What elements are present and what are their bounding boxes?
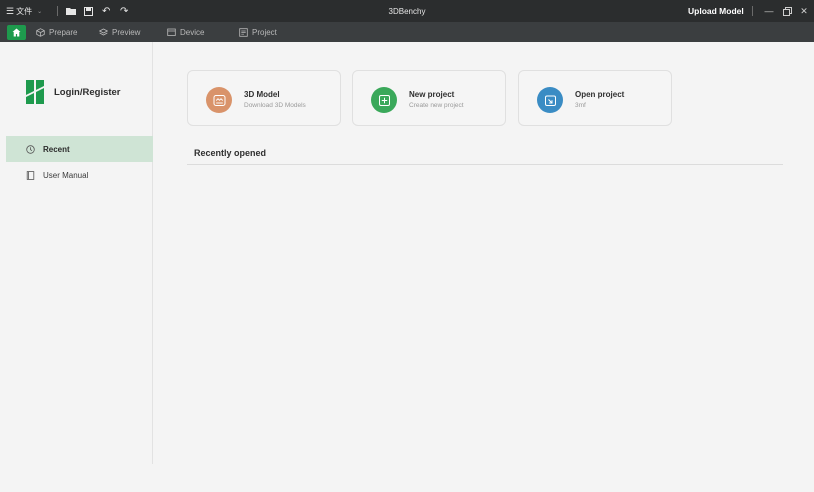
new-project-card[interactable]: New project Create new project <box>352 70 506 126</box>
recently-opened-divider <box>187 164 783 165</box>
undo-icon: ↶ <box>102 5 111 17</box>
tab-home[interactable] <box>7 25 26 40</box>
open-project-title: Open project <box>575 90 625 99</box>
minimize-button[interactable]: — <box>762 0 776 22</box>
upload-model-button[interactable]: Upload Model <box>688 0 744 22</box>
sidebar-item-user-manual[interactable]: User Manual <box>6 162 153 188</box>
restore-button[interactable] <box>780 0 794 22</box>
new-project-icon-circle <box>371 87 397 113</box>
save-button[interactable] <box>84 0 93 22</box>
restore-icon <box>782 6 792 16</box>
tab-project[interactable]: Project <box>239 22 277 42</box>
tab-device-label: Device <box>180 27 205 37</box>
login-register-label: Login/Register <box>54 86 121 98</box>
open-project-icon-circle <box>537 87 563 113</box>
new-project-subtitle: Create new project <box>409 102 464 109</box>
chevron-down-icon: ⌄ <box>37 8 43 15</box>
tab-prepare[interactable]: Prepare <box>36 22 77 42</box>
tab-prepare-label: Prepare <box>49 27 78 37</box>
cube-outline-icon <box>36 27 45 37</box>
redo-button[interactable]: ↷ <box>120 0 128 22</box>
tab-bar: Prepare Preview Device Project <box>0 22 814 42</box>
open-folder-button[interactable] <box>66 0 76 22</box>
sidebar-item-user-manual-label: User Manual <box>43 170 89 180</box>
tab-project-label: Project <box>252 27 277 37</box>
sidebar: Login/Register Recent User Manual <box>6 42 153 464</box>
title-bar: ☰ 文件 ⌄ ↶ ↷ 3DBenchy Upload Model — ✕ <box>0 0 814 22</box>
open-project-subtitle: 3mf <box>575 102 586 109</box>
menu-label: 文件 <box>16 6 33 16</box>
hamburger-icon: ☰ <box>6 5 15 16</box>
monitor-icon <box>167 28 176 36</box>
model-card-subtitle: Download 3D Models <box>244 102 306 109</box>
new-project-icon <box>378 94 390 106</box>
layers-icon <box>99 28 108 35</box>
document-icon <box>239 27 248 37</box>
close-button[interactable]: ✕ <box>797 0 811 22</box>
save-icon <box>84 6 93 16</box>
menu-button[interactable]: ☰ 文件 ⌄ <box>6 0 42 22</box>
clock-icon <box>26 144 35 154</box>
upload-divider <box>752 6 753 16</box>
model-card-title: 3D Model <box>244 90 280 99</box>
cloud-model-icon <box>213 94 225 106</box>
tab-preview[interactable]: Preview <box>99 22 140 42</box>
title-divider <box>57 6 58 16</box>
folder-icon <box>66 8 76 15</box>
book-icon <box>26 170 35 180</box>
sidebar-item-recent[interactable]: Recent <box>6 136 153 162</box>
open-project-icon <box>544 95 556 106</box>
undo-button[interactable]: ↶ <box>102 0 110 22</box>
close-icon: ✕ <box>800 5 808 16</box>
bottom-strip <box>0 464 814 492</box>
redo-icon: ↷ <box>120 5 129 17</box>
tab-device[interactable]: Device <box>167 22 204 42</box>
model-card-icon-circle <box>206 87 232 113</box>
new-project-title: New project <box>409 90 455 99</box>
open-project-card[interactable]: Open project 3mf <box>518 70 672 126</box>
sidebar-item-recent-label: Recent <box>43 144 70 154</box>
tab-preview-label: Preview <box>112 27 141 37</box>
download-3d-model-card[interactable]: 3D Model Download 3D Models <box>187 70 341 126</box>
app-window: ☰ 文件 ⌄ ↶ ↷ 3DBenchy Upload Model — ✕ Pre… <box>0 0 814 492</box>
minimize-icon: — <box>764 6 774 16</box>
recently-opened-heading: Recently opened <box>194 148 267 158</box>
login-register-button[interactable]: Login/Register <box>26 80 121 104</box>
home-icon <box>12 28 21 37</box>
app-logo-icon <box>26 80 44 104</box>
